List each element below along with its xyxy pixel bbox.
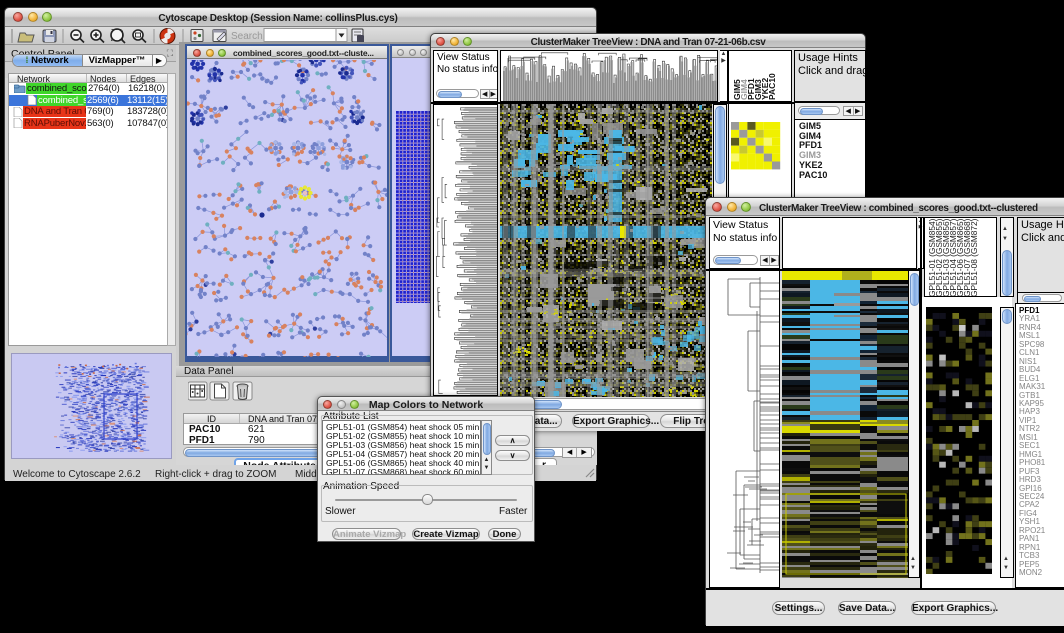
svg-text:Search:: Search: [231,31,265,42]
svg-text:GPL51-08 (GSM872): GPL51-08 (GSM872) [969,218,979,296]
svg-text:PAC10: PAC10 [767,73,777,100]
